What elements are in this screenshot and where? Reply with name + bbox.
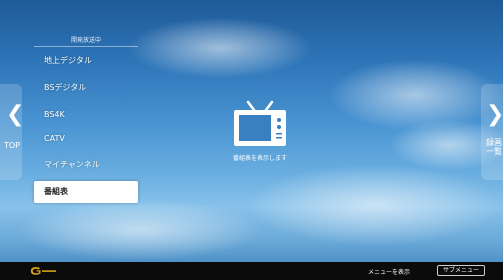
chevron-right-icon[interactable]: ❯ [486,104,503,126]
menu-item-label: マイチャンネル [44,160,100,169]
menu-item-catv[interactable]: CATV [34,128,138,150]
sub-menu-button[interactable]: サブメニュー [437,265,485,276]
menu-item-label: BS4K [44,110,65,119]
nav-left-label: TOP [4,141,21,150]
nav-left-tab[interactable] [0,84,22,180]
tv-icon [234,100,286,146]
menu-divider [34,46,138,47]
nav-right-tab[interactable] [481,84,503,180]
menu-item-label: 地上デジタル [44,56,92,65]
bottom-bar: メニューを表示 サブメニュー [0,262,503,280]
center-caption: 番組表を表示します [232,155,287,162]
nav-right-label: 録画一覧 [486,138,502,156]
menu-hint: メニューを表示 [368,269,411,276]
background-cloud [130,18,310,78]
menu-header: 開発放送中 [70,37,101,44]
menu-item-bs-digital[interactable]: BSデジタル [34,77,138,99]
menu-item-label: CATV [44,134,65,143]
background-cloud [250,165,500,245]
brand-logo [30,267,56,275]
menu-item-terrestrial[interactable]: 地上デジタル [34,50,138,72]
tv-menu-screen: ❮ TOP ❯ 録画一覧 開発放送中 地上デジタル BSデジタル BS4K CA… [0,0,503,280]
chevron-left-icon[interactable]: ❮ [6,104,24,126]
menu-item-bs4k[interactable]: BS4K [34,104,138,126]
menu-item-my-channel[interactable]: マイチャンネル [34,154,138,176]
menu-item-program-guide[interactable]: 番組表 [34,181,138,203]
background-cloud [330,60,500,130]
menu-item-label: 番組表 [44,187,68,196]
background-cloud [20,200,260,260]
menu-item-label: BSデジタル [44,83,87,92]
